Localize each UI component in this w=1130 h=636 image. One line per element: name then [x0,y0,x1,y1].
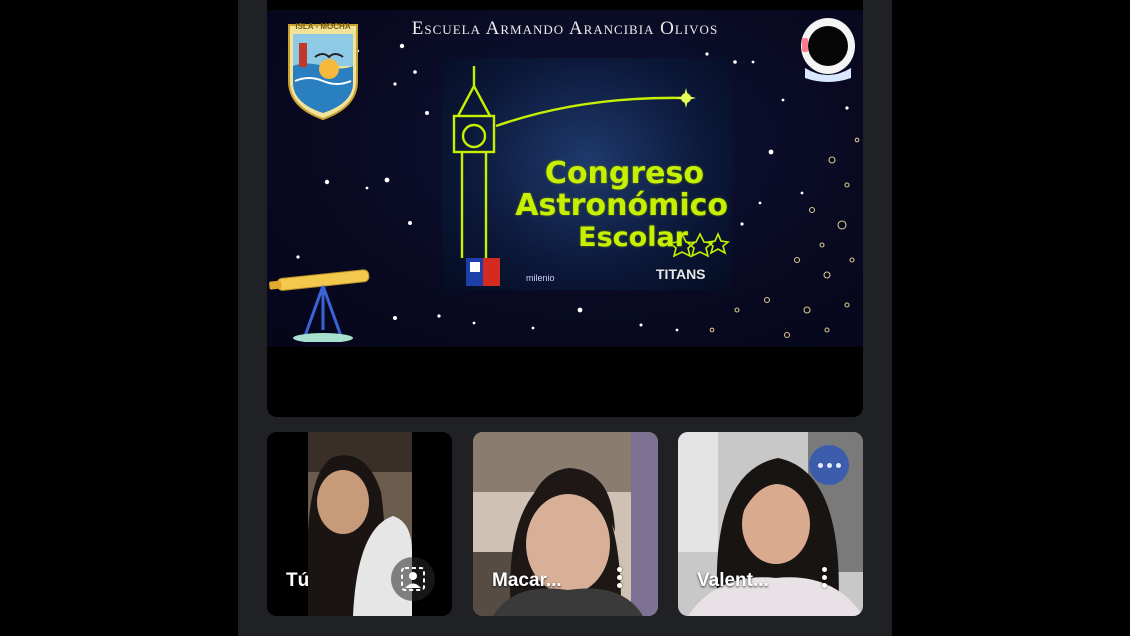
presentation-stage[interactable]: Escuela Armando Arancibia Olivos ISLA - … [267,0,863,417]
presented-slide: Escuela Armando Arancibia Olivos ISLA - … [267,10,863,347]
participant-tile-self[interactable]: Tú [267,432,452,616]
more-vert-icon[interactable] [819,567,829,593]
sponsor-logo-text: milenio [526,273,555,283]
astronaut-helmet-image [801,18,855,82]
participant-tile[interactable]: Macar... [473,432,658,616]
participant-name-self: Tú [286,570,310,591]
congress-title-line1: Congreso [544,156,704,191]
congress-title-line2: Astronómico [515,188,728,223]
telescope-illustration [269,269,370,342]
background-effects-icon[interactable] [391,557,435,601]
congress-logo-card: Congreso Astronómico Escolar milenio TIT… [442,58,732,290]
team-logo-text: TITANS [656,266,706,282]
participant-name: Valent... [697,570,769,591]
congress-title-line3: Escolar [578,222,688,253]
participant-name: Macar... [492,570,562,591]
crest-label: ISLA - MOCHA [295,22,351,31]
more-vert-icon[interactable] [614,567,624,593]
more-horiz-icon[interactable] [809,445,849,485]
school-crest-logo [288,24,358,121]
participant-tile[interactable]: Valent... [678,432,863,616]
